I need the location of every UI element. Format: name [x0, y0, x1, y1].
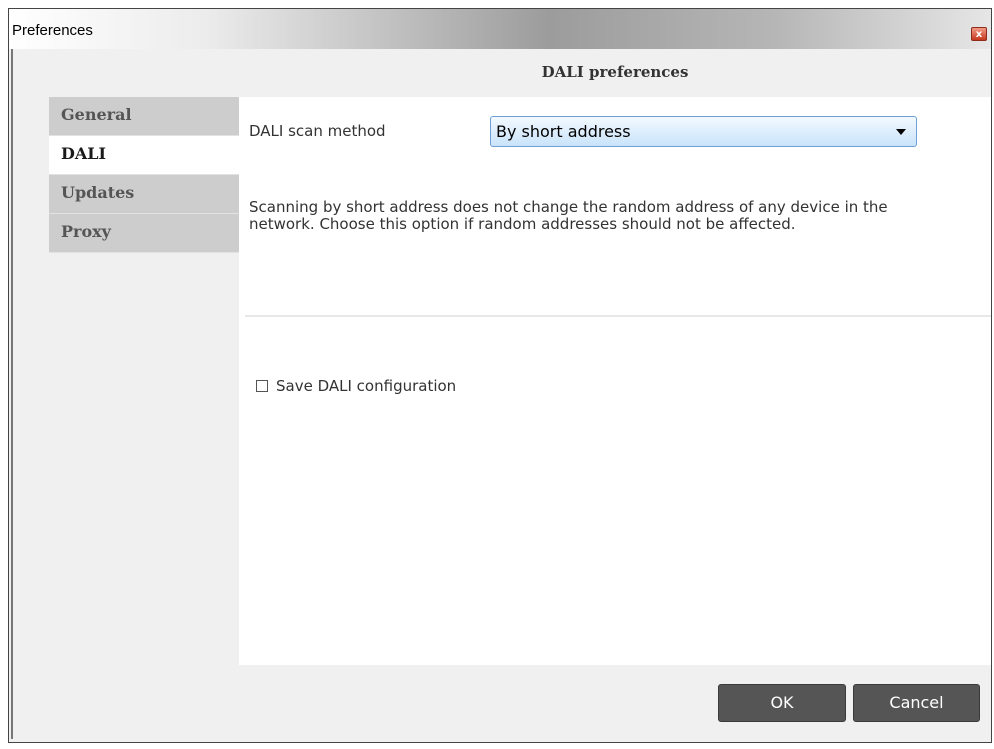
- preferences-nav: General DALI Updates Proxy: [49, 97, 239, 253]
- ok-button[interactable]: OK: [718, 684, 846, 722]
- page-title: DALI preferences: [541, 63, 689, 81]
- preferences-panel: DALI preferences General DALI Updates Pr…: [11, 49, 991, 739]
- divider: [245, 315, 991, 317]
- save-config-option[interactable]: Save DALI configuration: [256, 377, 456, 395]
- title-bar[interactable]: Preferences x: [9, 9, 991, 49]
- save-config-label: Save DALI configuration: [276, 377, 457, 395]
- preferences-window: Preferences x DALI preferences General D…: [8, 8, 992, 743]
- nav-item-updates[interactable]: Updates: [49, 175, 239, 214]
- cancel-button[interactable]: Cancel: [853, 684, 980, 722]
- chevron-down-icon: [896, 129, 906, 135]
- nav-item-general[interactable]: General: [49, 97, 239, 136]
- scan-method-label: DALI scan method: [249, 122, 386, 140]
- scan-method-value: By short address: [496, 122, 631, 141]
- scan-method-description: Scanning by short address does not chang…: [249, 198, 888, 233]
- nav-item-proxy[interactable]: Proxy: [49, 214, 239, 253]
- checkbox-icon[interactable]: [256, 380, 268, 392]
- window-title: Preferences: [12, 22, 93, 39]
- nav-item-dali[interactable]: DALI: [49, 136, 239, 175]
- dali-settings-panel: DALI scan method By short address Scanni…: [239, 97, 991, 665]
- close-icon[interactable]: x: [971, 27, 987, 41]
- scan-method-dropdown[interactable]: By short address: [490, 116, 917, 147]
